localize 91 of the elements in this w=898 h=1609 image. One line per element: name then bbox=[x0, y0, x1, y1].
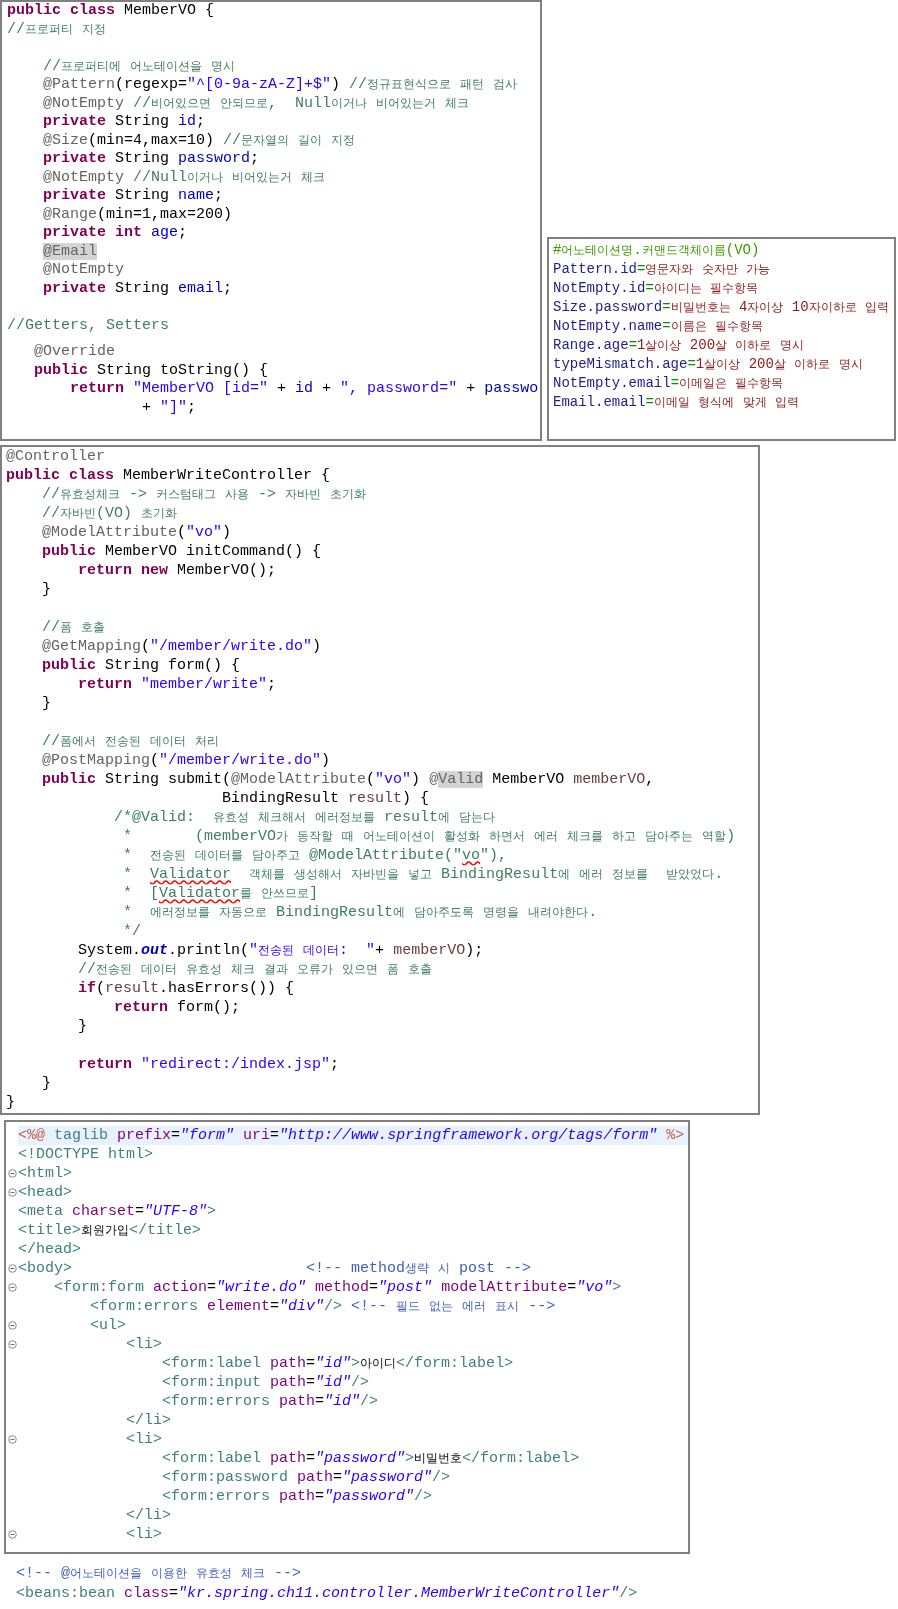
code-line: //폼 호출 bbox=[41, 618, 107, 637]
code-line: <li> bbox=[125, 1525, 164, 1544]
code-line: private String email; bbox=[42, 279, 234, 298]
code-line: } bbox=[6, 1093, 16, 1112]
code-line: <meta charset="UTF-8"> bbox=[18, 1202, 218, 1221]
code-line: private String name; bbox=[42, 187, 225, 206]
code-line: @Pattern(regexp="^[0-9a-zA-Z]+$") //정규표현식으로 패턴 검사 bbox=[42, 76, 519, 95]
code-line: + "]"; bbox=[141, 398, 198, 417]
code-line: //전송된 데이터 유효성 체크 결과 오류가 있으면 폼 호출 bbox=[77, 960, 434, 979]
code-line: Range.age=1살이상 200살 이하로 명시 bbox=[553, 336, 805, 355]
code-line: @Size(min=4,max=10) //문자열의 길이 지정 bbox=[42, 131, 357, 150]
code-line: return "member/write"; bbox=[77, 675, 278, 694]
code-line: public class MemberVO { bbox=[7, 2, 216, 21]
code-line: <ul> bbox=[89, 1316, 128, 1335]
code-line: * [Validator를 안쓰므로] bbox=[122, 884, 320, 903]
code-line: } bbox=[41, 1074, 52, 1093]
code-line: <form:label path="password">비밀번호</form:label> bbox=[161, 1449, 581, 1468]
code-line: <!-- @어노테이션을 이용한 유효성 체크 --> bbox=[16, 1564, 303, 1584]
code-line: <form:label path="id">아이디</form:label> bbox=[161, 1354, 515, 1373]
code-line: NotEmpty.id=아이디는 필수항목 bbox=[553, 279, 760, 298]
code-line: //Getters, Setters bbox=[7, 316, 171, 335]
code-line: * 전송된 데이터를 담아주고 @ModelAttribute("vo"), bbox=[122, 846, 509, 865]
fold-icon[interactable] bbox=[7, 1321, 17, 1330]
code-line: /*@Valid: 유효성 체크해서 에러정보를 result에 담는다 bbox=[113, 808, 497, 827]
code-line: <body> <!-- method생략 시 post --> bbox=[18, 1259, 533, 1278]
code-line: @NotEmpty //Null이거나 비어있는거 체크 bbox=[42, 168, 327, 187]
code-line: <li> bbox=[125, 1430, 164, 1449]
code-line: Pattern.id=영문자와 숫자만 가능 bbox=[553, 260, 772, 279]
code-line: <form:form action="write.do" method="post" modelAttribute="vo"> bbox=[53, 1278, 623, 1297]
code-line: */ bbox=[122, 922, 143, 941]
code-line: if(result.hasErrors()) { bbox=[77, 979, 296, 998]
code-line: //유효성체크 -> 커스텀태그 사용 -> 자바빈 초기화 bbox=[41, 485, 368, 504]
code-line: typeMismatch.age=1살이상 200살 이하로 명시 bbox=[553, 355, 864, 374]
code-line: <beans:bean class="kr.spring.ch11.controller.MemberWriteController"/> bbox=[16, 1584, 639, 1604]
code-line: @NotEmpty bbox=[42, 261, 126, 280]
fold-icon[interactable] bbox=[7, 1169, 17, 1178]
code-line: BindingResult result) { bbox=[221, 789, 431, 808]
code-line: } bbox=[77, 1017, 88, 1036]
code-line: <head> bbox=[18, 1183, 73, 1202]
code-line: <form:input path="id"/> bbox=[161, 1373, 371, 1392]
code-line: @ModelAttribute("vo") bbox=[41, 523, 233, 542]
code-line: public class MemberWriteController { bbox=[6, 466, 332, 485]
code-line: return "MemberVO [id=" + id + ", password=" + passwo bbox=[69, 380, 540, 399]
code-line: @Controller bbox=[6, 447, 107, 466]
code-line: private String id; bbox=[42, 113, 207, 132]
fold-icon[interactable] bbox=[7, 1188, 17, 1197]
code-line: </li> bbox=[125, 1411, 173, 1430]
fold-icon[interactable] bbox=[7, 1435, 17, 1444]
code-line: @NotEmpty //비어있으면 안되므로, Null이거나 비어있는거 체크 bbox=[42, 94, 471, 113]
code-line: <title>회원가입</title> bbox=[18, 1221, 203, 1240]
code-line: NotEmpty.name=이름은 필수항목 bbox=[553, 317, 765, 336]
code-line: private int age; bbox=[42, 224, 189, 243]
fold-icon[interactable] bbox=[7, 1283, 17, 1292]
code-line: NotEmpty.email=이메일은 필수항목 bbox=[553, 374, 785, 393]
fold-icon[interactable] bbox=[7, 1340, 17, 1349]
code-line: //프로퍼티에 어노테이션을 명시 bbox=[42, 57, 237, 76]
code-line: public String toString() { bbox=[33, 361, 270, 380]
code-line: * 에러정보를 자동으로 BindingResult에 담아주도록 명령을 내려야한다. bbox=[122, 903, 599, 922]
code-line: <form:errors element="div"/> <!-- 필드 없는 에러 표시 --> bbox=[89, 1297, 557, 1316]
code-line: <html> bbox=[18, 1164, 73, 1183]
code-line: </li> bbox=[125, 1506, 173, 1525]
code-line: public String submit(@ModelAttribute("vo") @Valid MemberVO memberVO, bbox=[41, 770, 656, 789]
code-line: System.out.println("전송된 데이터: "+ memberVO); bbox=[77, 941, 485, 960]
code-line: * (memberVO가 동작할 때 어노테이션이 활성화 하면서 에러 체크를 하고 담아주는 역할) bbox=[122, 827, 737, 846]
code-line: * Validator 객체를 생성해서 자바빈을 넣고 BindingResult에 에러 정보를 받았었다. bbox=[122, 865, 725, 884]
code-line: #어노테이션명.커맨드객체이름(VO) bbox=[553, 241, 761, 260]
code-line: } bbox=[41, 580, 52, 599]
code-line: @Range(min=1,max=200) bbox=[42, 205, 234, 224]
code-line: return new MemberVO(); bbox=[77, 561, 278, 580]
code-line: //자바빈(VO) 초기화 bbox=[41, 504, 179, 523]
code-line: <form:errors path="password"/> bbox=[161, 1487, 434, 1506]
code-line: </head> bbox=[18, 1240, 82, 1259]
code-line: public MemberVO initCommand() { bbox=[41, 542, 323, 561]
code-line: @PostMapping("/member/write.do") bbox=[41, 751, 332, 770]
code-line: @Override bbox=[33, 343, 117, 362]
code-line: @GetMapping("/member/write.do") bbox=[41, 637, 323, 656]
code-line: <form:password path="password"/> bbox=[161, 1468, 452, 1487]
code-line: //프로퍼티 지정 bbox=[7, 20, 108, 39]
code-line: <form:errors path="id"/> bbox=[161, 1392, 380, 1411]
code-line: return "redirect:/index.jsp"; bbox=[77, 1055, 341, 1074]
code-line: <li> bbox=[125, 1335, 164, 1354]
code-line: Email.email=이메일 형식에 맞게 입력 bbox=[553, 393, 801, 412]
fold-icon[interactable] bbox=[7, 1530, 17, 1539]
code-line: private String password; bbox=[42, 150, 261, 169]
code-line: <!DOCTYPE html> bbox=[18, 1145, 155, 1164]
code-line: return form(); bbox=[113, 998, 242, 1017]
code-line: public String form() { bbox=[41, 656, 242, 675]
code-line: } bbox=[41, 694, 52, 713]
code-line: Size.password=비밀번호는 4자이상 10자이하로 입력 bbox=[553, 298, 891, 317]
code-line: //폼에서 전송된 데이터 처리 bbox=[41, 732, 221, 751]
fold-icon[interactable] bbox=[7, 1264, 17, 1273]
